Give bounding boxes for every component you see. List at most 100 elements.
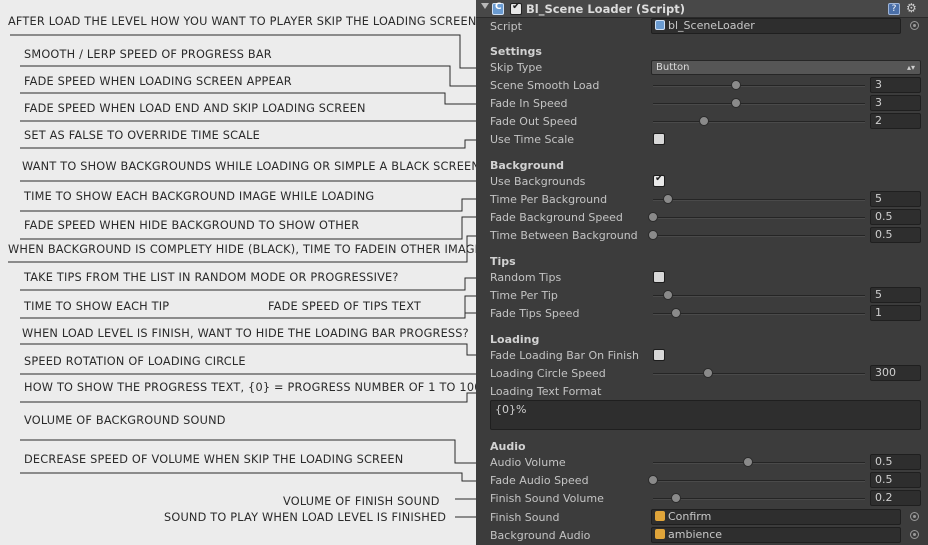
finish-sound-volume-label: Finish Sound Volume [490,492,604,505]
component-header[interactable]: Bl_Scene Loader (Script) ? ⚙ [476,0,928,18]
time-per-tip-field[interactable]: 5 [870,287,921,303]
audio-volume-slider[interactable] [653,462,865,464]
script-icon [492,2,504,15]
fade-out-speed-field[interactable]: 2 [870,113,921,129]
help-icon[interactable]: ? [888,3,900,15]
annotation-use-time-scale: SET AS FALSE TO OVERRIDE TIME SCALE [24,129,260,142]
loading-text-format-row: Loading Text Format [476,383,928,401]
annotation-skip-type: AFTER LOAD THE LEVEL HOW YOU WANT TO PLA… [8,15,477,28]
fade-background-speed-thumb[interactable] [648,212,658,222]
audio-volume-thumb[interactable] [743,457,754,467]
scene-smooth-load-thumb[interactable] [730,80,741,90]
fade-loading-bar-label: Fade Loading Bar On Finish [490,349,639,362]
scene-smooth-load-slider[interactable] [653,85,865,87]
fade-in-speed-slider[interactable] [653,103,865,105]
fade-audio-speed-label: Fade Audio Speed [490,474,589,487]
background-audio-row: Background Audio ambience [476,527,928,545]
audio-volume-label: Audio Volume [490,456,566,469]
object-picker-icon[interactable] [910,512,919,521]
time-between-background-field[interactable]: 0.5 [870,227,921,243]
use-time-scale-checkbox[interactable] [653,133,665,145]
skip-type-label: Skip Type [490,61,543,74]
fade-audio-speed-slider[interactable] [653,480,865,482]
component-enabled-checkbox[interactable] [510,1,522,15]
time-between-background-label: Time Between Background [490,229,638,242]
finish-sound-volume-thumb[interactable] [671,493,682,503]
gear-icon[interactable]: ⚙ [906,1,917,15]
time-between-background-thumb[interactable] [648,230,658,240]
fade-out-speed-thumb[interactable] [698,116,709,126]
time-per-tip-thumb[interactable] [662,290,673,300]
fade-tips-speed-field[interactable]: 1 [870,305,921,321]
annotation-fade-audio-speed: DECREASE SPEED OF VOLUME WHEN SKIP THE L… [24,453,404,466]
fade-audio-speed-thumb[interactable] [648,475,658,485]
finish-sound-label: Finish Sound [490,511,560,524]
fade-out-speed-slider[interactable] [653,121,865,123]
loading-text-format-textarea[interactable]: {0}% [490,400,921,430]
finish-sound-field[interactable]: Confirm [651,509,901,525]
time-per-tip-row: Time Per Tip 5 [476,287,928,305]
finish-sound-volume-field[interactable]: 0.2 [870,490,921,506]
skip-type-dropdown[interactable]: Button ▴▾ [651,60,921,75]
object-picker-icon[interactable] [910,530,919,539]
random-tips-checkbox[interactable] [653,271,665,283]
annotation-panel: AFTER LOAD THE LEVEL HOW YOU WANT TO PLA… [0,0,482,545]
fade-background-speed-field[interactable]: 0.5 [870,209,921,225]
background-audio-field[interactable]: ambience [651,527,901,543]
fade-loading-bar-checkbox[interactable] [653,349,665,361]
fade-background-speed-slider[interactable] [653,217,865,219]
triangle-down-icon[interactable] [481,3,489,9]
scene-smooth-load-row: Scene Smooth Load 3 [476,77,928,95]
script-icon [655,20,665,30]
scene-smooth-load-field[interactable]: 3 [870,77,921,93]
time-per-tip-slider[interactable] [653,295,865,297]
fade-tips-speed-thumb[interactable] [671,308,682,318]
fade-background-speed-label: Fade Background Speed [490,211,623,224]
section-audio: Audio [490,440,526,453]
annotation-fade-out-speed: FADE SPEED WHEN LOAD END AND SKIP LOADIN… [24,102,366,115]
fade-background-speed-row: Fade Background Speed 0.5 [476,209,928,227]
loading-circle-speed-thumb[interactable] [703,368,714,378]
object-picker-icon[interactable] [910,21,919,30]
fade-out-speed-label: Fade Out Speed [490,115,578,128]
random-tips-row: Random Tips [476,269,928,287]
leader-line [20,472,476,482]
loading-circle-speed-slider[interactable] [653,373,865,375]
loading-circle-speed-row: Loading Circle Speed 300 [476,365,928,383]
annotation-loading-circle-speed: SPEED ROTATION OF LOADING CIRCLE [24,355,246,368]
finish-sound-volume-row: Finish Sound Volume 0.2 [476,490,928,508]
time-per-background-label: Time Per Background [490,193,608,206]
leader-line [464,312,476,318]
time-per-background-thumb[interactable] [662,194,673,204]
fade-in-speed-row: Fade In Speed 3 [476,95,928,113]
random-tips-label: Random Tips [490,271,562,284]
fade-audio-speed-field[interactable]: 0.5 [870,472,921,488]
fade-tips-speed-slider[interactable] [653,313,865,315]
time-between-background-slider[interactable] [653,235,865,237]
fade-tips-speed-row: Fade Tips Speed 1 [476,305,928,323]
fade-tips-speed-label: Fade Tips Speed [490,307,580,320]
use-backgrounds-checkbox[interactable] [653,173,665,187]
annotation-audio-volume: VOLUME OF BACKGROUND SOUND [24,414,226,427]
time-per-tip-label: Time Per Tip [490,289,558,302]
leader-line [20,343,476,356]
loading-circle-speed-field[interactable]: 300 [870,365,921,381]
finish-sound-volume-slider[interactable] [653,498,865,500]
annotation-time-per-tip: TIME TO SHOW EACH TIP [24,300,170,313]
script-field[interactable]: bl_SceneLoader [651,18,901,34]
section-tips: Tips [490,255,516,268]
time-per-background-field[interactable]: 5 [870,191,921,207]
script-row: Script bl_SceneLoader [476,18,928,36]
annotation-time-per-background: TIME TO SHOW EACH BACKGROUND IMAGE WHILE… [24,190,375,203]
audio-clip-icon [655,529,665,539]
finish-sound-value: Confirm [668,510,712,523]
annotation-fade-background-speed: FADE SPEED WHEN HIDE BACKGROUND TO SHOW … [24,219,360,232]
inspector-panel: Bl_Scene Loader (Script) ? ⚙ Script bl_S… [476,0,928,545]
fade-in-speed-field[interactable]: 3 [870,95,921,111]
time-per-background-slider[interactable] [653,199,865,201]
fade-loading-bar-row: Fade Loading Bar On Finish [476,347,928,365]
section-loading: Loading [490,333,540,346]
audio-volume-field[interactable]: 0.5 [870,454,921,470]
fade-in-speed-thumb[interactable] [730,98,741,108]
time-between-background-row: Time Between Background 0.5 [476,227,928,245]
